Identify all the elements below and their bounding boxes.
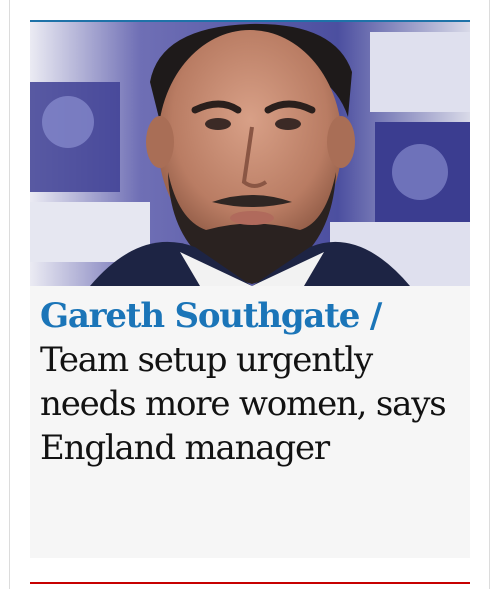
portrait-photo-icon (30, 22, 470, 286)
article-photo[interactable] (30, 22, 470, 286)
right-divider (489, 0, 490, 589)
left-divider (9, 0, 10, 589)
headline-text: Team setup urgently needs more women, sa… (40, 340, 447, 468)
article-card[interactable]: Gareth Southgate / Team setup urgently n… (30, 20, 470, 558)
headline-kicker: Gareth Southgate / (40, 296, 382, 336)
article-headline[interactable]: Gareth Southgate / Team setup urgently n… (40, 294, 460, 470)
section-divider (30, 582, 470, 584)
